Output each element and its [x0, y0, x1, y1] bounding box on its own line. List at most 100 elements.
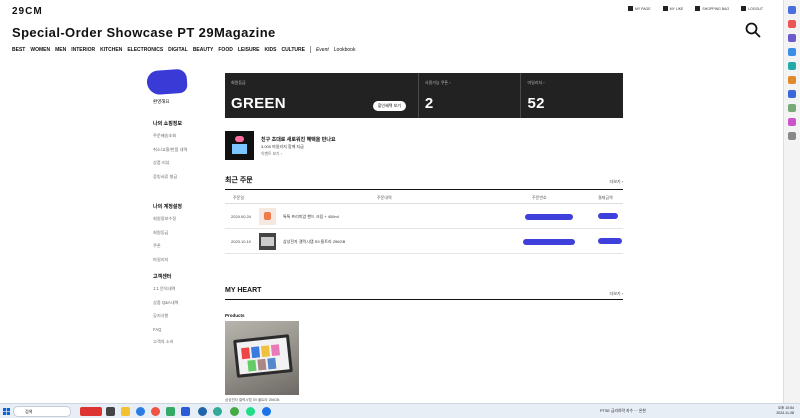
coupon-cell[interactable]: 사용가능 쿠폰 › 2 — [419, 73, 522, 118]
grade-benefit-button[interactable]: 할인혜택 보기 — [372, 101, 406, 111]
sidebar-app-icon[interactable] — [788, 104, 796, 112]
col-amount: 결제금액 — [598, 195, 613, 200]
recent-orders-more-link[interactable]: 더보기 › — [610, 179, 623, 185]
menu-group-shopping: 나의 쇼핑정보 주문배송조회 취소/교환/반품 내역 상품 리뷰 증빙서류 발급 — [153, 120, 187, 187]
sidebar-app-icon[interactable] — [788, 76, 796, 84]
nav-digital[interactable]: DIGITAL — [168, 47, 188, 53]
product-thumbnail[interactable] — [259, 208, 276, 225]
menu-group-support: 고객센터 1:1 문의내역 상품 Q&A내역 공지사항 FAQ 고객의 소리 — [153, 273, 178, 353]
page: 29CM MY PAGE MY LIKE SHOPPING BAG LOGOUT… — [0, 0, 783, 403]
menu-item-reviews[interactable]: 상품 리뷰 — [153, 160, 187, 166]
member-summary: 회원등급 GREEN 할인혜택 보기 사용가능 쿠폰 › 2 마일리지 › 52 — [225, 73, 623, 118]
taskbar-app-icon[interactable] — [230, 407, 239, 416]
menu-item-orders[interactable]: 주문배송조회 — [153, 133, 187, 139]
nav-beauty[interactable]: BEAUTY — [193, 47, 214, 53]
sidebar-app-icon[interactable] — [788, 34, 796, 42]
products-label: Products — [225, 313, 245, 318]
sidebar-app-icon[interactable] — [788, 6, 796, 14]
search-icon[interactable] — [745, 22, 761, 38]
sidebar-app-icon[interactable] — [788, 118, 796, 126]
product-thumbnail[interactable] — [259, 233, 276, 250]
invite-subtitle: 3,000 마일리지 함께 지급 — [261, 144, 304, 149]
invite-banner[interactable]: 친구 초대로 새로워진 혜택을 만나요 3,000 마일리지 함께 지급 이벤트… — [225, 131, 623, 163]
taskbar-app-icon[interactable] — [106, 407, 115, 416]
invite-link[interactable]: 이벤트 보기 › — [261, 152, 282, 157]
order-date: 2023.10.10 — [231, 239, 252, 244]
order-product-name[interactable]: 톡톡 프리미엄 핸드 크림 + 400ml — [283, 214, 339, 220]
menu-item-returns[interactable]: 취소/교환/반품 내역 — [153, 147, 187, 153]
nav-divider — [309, 46, 311, 53]
nav-men[interactable]: MEN — [55, 47, 66, 53]
grade-label: 회원등급 — [231, 80, 246, 85]
sidebar-app-icon[interactable] — [788, 48, 796, 56]
table-row[interactable]: 2023.10.10 삼성전자 갤럭시탭 S9 울트라 256GB — [225, 230, 623, 254]
windows-start-icon[interactable] — [3, 408, 10, 415]
menu-item-qna[interactable]: 상품 Q&A내역 — [153, 300, 178, 306]
taskbar-app-icon[interactable] — [246, 407, 255, 416]
nav-women[interactable]: WOMEN — [30, 47, 50, 53]
taskbar-app-icon[interactable] — [262, 407, 271, 416]
menu-item-coupon[interactable]: 쿠폰 — [153, 243, 182, 249]
my-heart-more-link[interactable]: 더보기 › — [610, 291, 623, 297]
taskbar-news-widget[interactable]: PTSE 금리하락 지수 ··· 온한 — [600, 409, 646, 414]
liked-product-image[interactable] — [225, 321, 299, 395]
redacted-amount — [598, 238, 622, 244]
menu-item-notice[interactable]: 공지사항 — [153, 313, 178, 319]
menu-group-account: 나의 계정설정 회원정보수정 회원등급 쿠폰 마일리지 — [153, 203, 182, 270]
taskbar-app-icon[interactable] — [166, 407, 175, 416]
utility-my-like[interactable]: MY LIKE — [662, 6, 683, 11]
taskbar-search-input[interactable]: 검색 — [13, 406, 71, 417]
recent-orders-title: 최근 주문 — [225, 177, 253, 184]
nav-culture[interactable]: CULTURE — [281, 47, 305, 53]
nav-interior[interactable]: INTERIOR — [71, 47, 95, 53]
site-logo[interactable]: 29CM — [12, 6, 43, 17]
col-order-no: 주문번호 — [532, 195, 547, 200]
sidebar-app-icon[interactable] — [788, 132, 796, 140]
sidebar-app-icon[interactable] — [788, 62, 796, 70]
utility-shopping-bag[interactable]: SHOPPING BAG — [695, 6, 729, 11]
menu-item-inquiry[interactable]: 1:1 문의내역 — [153, 286, 178, 292]
coupon-value: 2 — [424, 95, 434, 112]
nav-kids[interactable]: KIDS — [265, 47, 277, 53]
mileage-cell[interactable]: 마일리지 › 52 — [521, 73, 623, 118]
edge-icon[interactable] — [136, 407, 145, 416]
taskbar-app-icon[interactable] — [181, 407, 190, 416]
menu-group-title: 나의 쇼핑정보 — [153, 121, 182, 127]
chrome-icon[interactable] — [151, 407, 160, 416]
menu-item-voice[interactable]: 고객의 소리 — [153, 339, 178, 345]
taskbar-app-icon[interactable] — [198, 407, 207, 416]
menu-item-receipts[interactable]: 증빙서류 발급 — [153, 174, 187, 180]
menu-item-mileage[interactable]: 마일리지 — [153, 257, 182, 263]
taskbar-app-icon[interactable] — [213, 407, 222, 416]
nav-lookbook[interactable]: Lookbook — [334, 47, 356, 53]
section-divider — [225, 189, 623, 191]
sidebar-app-icon[interactable] — [788, 90, 796, 98]
utility-logout[interactable]: LOGOUT — [741, 6, 763, 11]
nav-best[interactable]: BEST — [12, 47, 25, 53]
nav-leisure[interactable]: LEISURE — [238, 47, 260, 53]
table-row[interactable]: 2024.00.24 톡톡 프리미엄 핸드 크림 + 400ml — [225, 205, 623, 229]
menu-group-title: 나의 계정설정 — [153, 204, 182, 210]
nav-kitchen[interactable]: KITCHEN — [100, 47, 122, 53]
mileage-value: 52 — [527, 95, 545, 112]
menu-item-faq[interactable]: FAQ — [153, 327, 178, 332]
grade-cell: 회원등급 GREEN 할인혜택 보기 — [225, 73, 419, 118]
section-divider — [225, 299, 623, 301]
order-product-name[interactable]: 삼성전자 갤럭시탭 S9 울트라 256GB — [283, 239, 345, 245]
greeting: 환영해요 — [153, 99, 170, 104]
menu-item-profile[interactable]: 회원정보수정 — [153, 216, 182, 222]
sidebar-app-icon[interactable] — [788, 20, 796, 28]
orders-table-header: 주문일 주문내역 주문번호 결제금액 — [225, 192, 623, 204]
tablet-image — [233, 334, 293, 378]
nav-food[interactable]: FOOD — [218, 47, 232, 53]
menu-item-grade[interactable]: 회원등급 — [153, 230, 182, 236]
utility-my-page[interactable]: MY PAGE — [627, 6, 651, 11]
nav-event[interactable]: Event — [316, 47, 329, 53]
taskbar-app-icon[interactable] — [80, 407, 102, 416]
system-clock[interactable]: 오후 10:54 2024-11-08 — [776, 406, 794, 416]
taskbar: 검색 PTSE 금리하락 지수 ··· 온한 오후 10:54 2024-11-… — [0, 403, 800, 418]
col-items: 주문내역 — [377, 195, 392, 200]
nav-electronics[interactable]: ELECTRONICS — [127, 47, 163, 53]
headline-links[interactable]: Special-Order Showcase PT 29Magazine — [12, 25, 276, 40]
folder-icon[interactable] — [121, 407, 130, 416]
